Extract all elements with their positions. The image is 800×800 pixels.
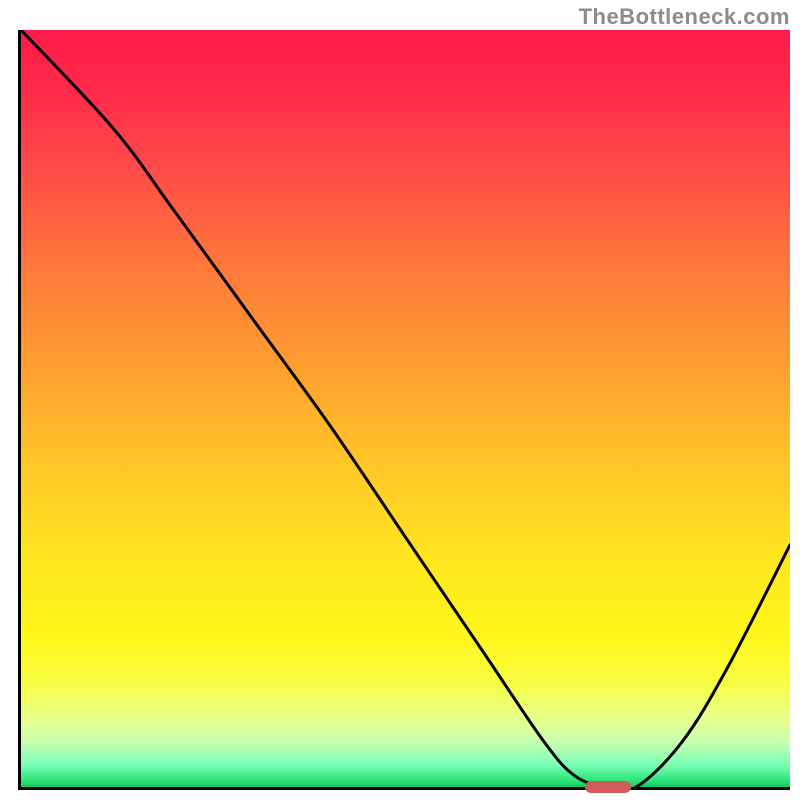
watermark-text: TheBottleneck.com	[579, 4, 790, 30]
plot-area	[18, 30, 790, 790]
optimal-marker	[585, 781, 631, 793]
chart-container: TheBottleneck.com	[0, 0, 800, 800]
bottleneck-curve	[21, 30, 790, 787]
